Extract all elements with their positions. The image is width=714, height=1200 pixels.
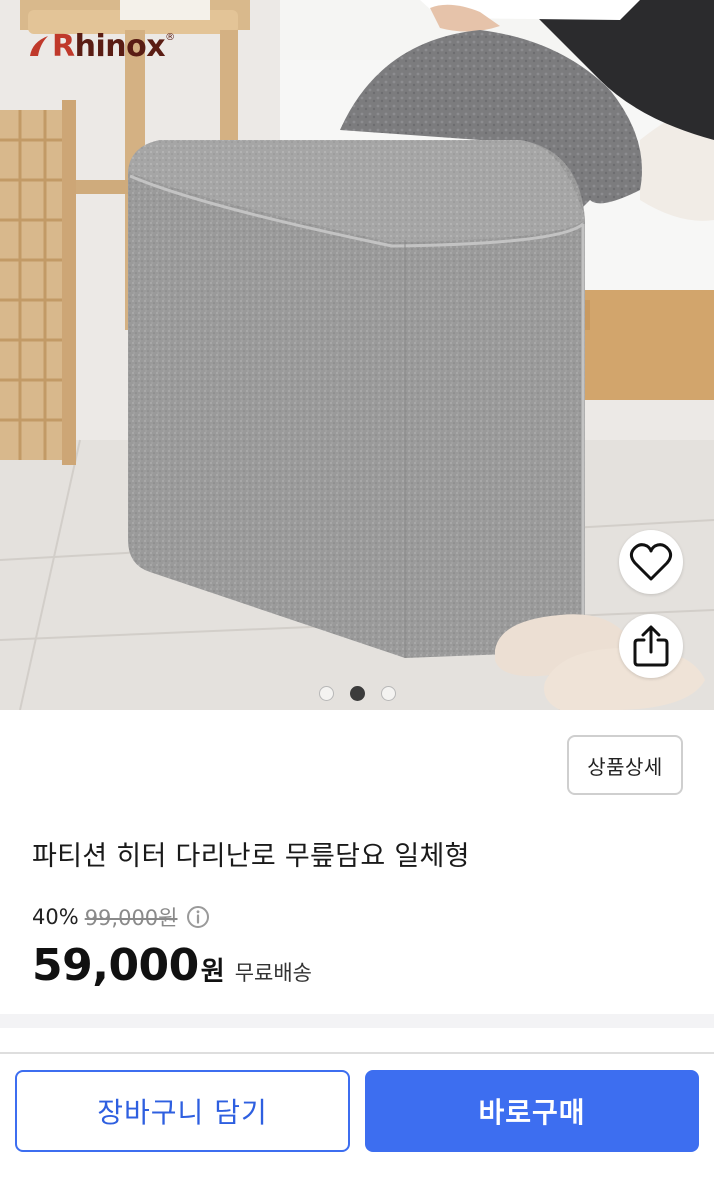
brand-wordmark: Rhinox	[52, 28, 166, 64]
discount-row: 40% 99,000원	[32, 902, 210, 932]
original-price: 99,000원	[84, 906, 178, 930]
rhino-horn-icon	[30, 36, 48, 56]
page-dot[interactable]	[318, 686, 334, 701]
page-dot[interactable]	[380, 686, 396, 701]
gallery-pagination	[0, 686, 714, 701]
brand-initial: R	[52, 28, 75, 64]
buy-now-button[interactable]: 바로구매	[365, 1070, 699, 1152]
price-row: 59,000 원 무료배송	[32, 940, 312, 991]
shipping-info: 무료배송	[234, 961, 312, 985]
product-title: 파티션 히터 다리난로 무릎담요 일체형	[32, 841, 470, 872]
info-icon[interactable]	[186, 905, 210, 929]
bottom-bar-divider	[0, 1052, 714, 1054]
heart-icon	[629, 543, 673, 581]
add-to-cart-button[interactable]: 장바구니 담기	[15, 1070, 350, 1152]
currency-unit: 원	[200, 957, 225, 987]
discount-rate: 40%	[32, 905, 79, 929]
section-divider	[0, 1014, 714, 1028]
brand-name-rest: hinox	[74, 28, 166, 64]
sale-price: 59,000	[32, 940, 199, 991]
share-button[interactable]	[619, 614, 683, 678]
share-icon	[633, 625, 669, 667]
product-detail-button[interactable]: 상품상세	[567, 735, 683, 795]
registered-mark: ®	[165, 32, 176, 43]
page-dot-active[interactable]	[349, 686, 365, 701]
product-image[interactable]: Rhinox ®	[0, 0, 714, 710]
like-button[interactable]	[619, 530, 683, 594]
product-photo	[0, 0, 714, 710]
brand-logo: Rhinox ®	[28, 26, 175, 66]
